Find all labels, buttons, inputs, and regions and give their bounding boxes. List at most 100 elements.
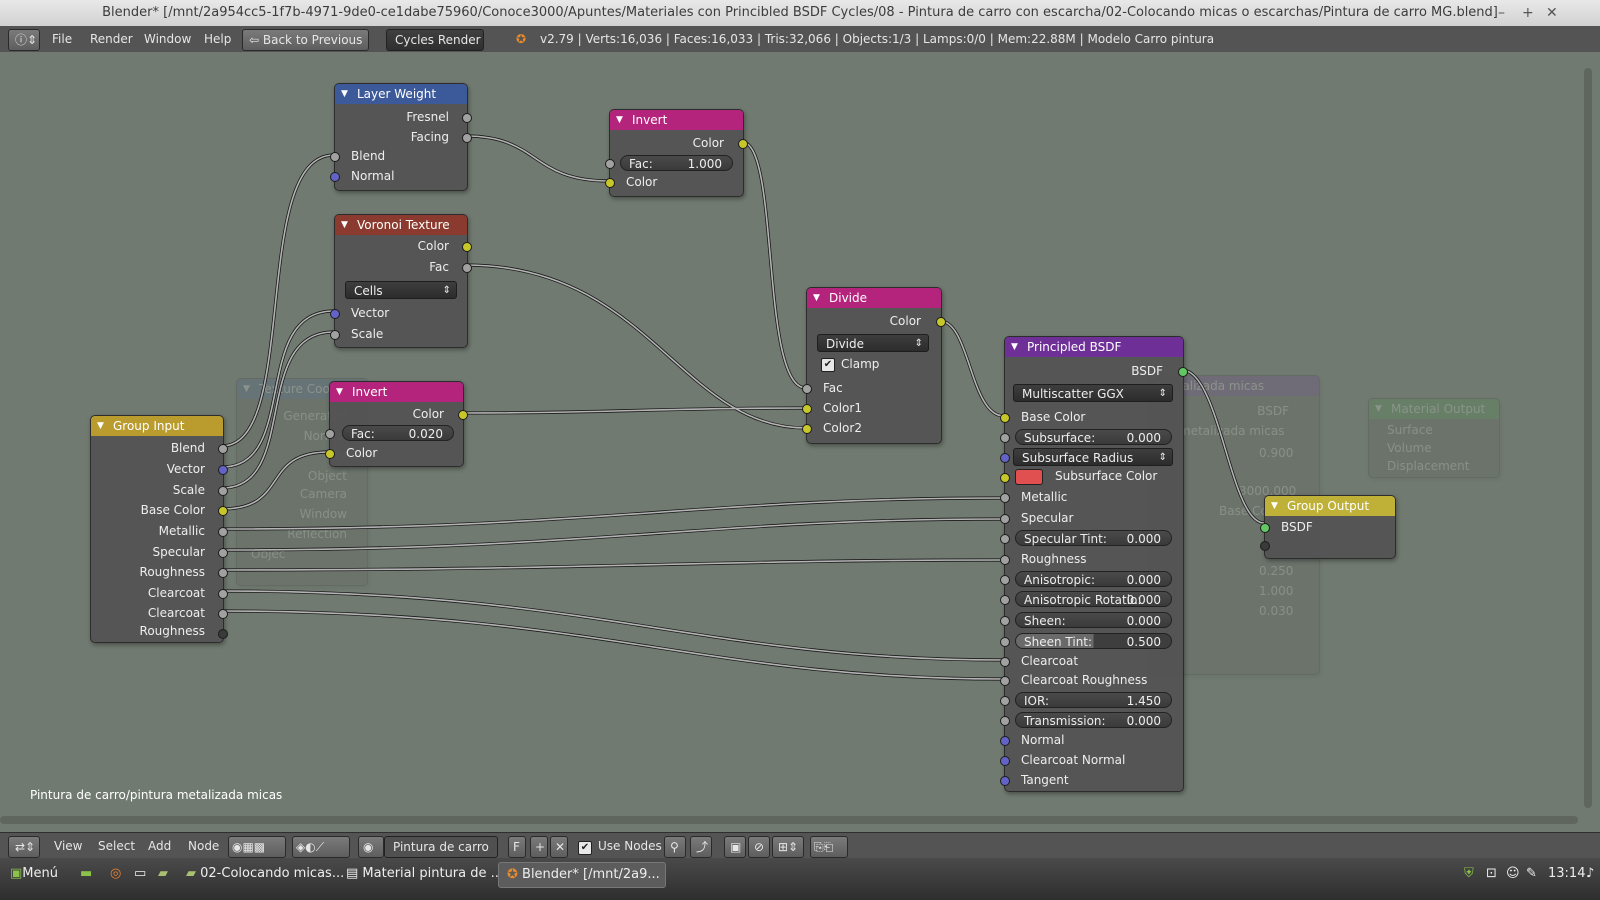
editor-type-info-icon[interactable]: ⓘ⇕ [8,29,40,51]
taskbar-window-folder[interactable]: ▰ 02-Colocando micas... [178,862,344,886]
menu-window[interactable]: Window [144,29,191,49]
bsdf-output-socket[interactable] [1178,367,1188,377]
base-color-socket[interactable] [1000,413,1010,423]
voronoi-fac-output-socket[interactable] [462,263,472,273]
anisotropic-socket[interactable] [1000,575,1010,585]
group-input-scale-socket[interactable] [218,486,228,496]
group-input-specular-socket[interactable] [218,548,228,558]
new-material-icon[interactable]: + [530,836,548,858]
subsurface-radius-socket[interactable] [1000,453,1010,463]
transmission-socket[interactable] [1000,716,1010,726]
copy-paste-nodes-icon[interactable]: ⎘⎗ [810,836,848,858]
sheen-field[interactable]: Sheen: 0.000 [1015,612,1172,628]
metallic-socket[interactable] [1000,493,1010,503]
backdrop-icon[interactable]: ▣ [724,836,746,858]
volume-icon[interactable]: ♪ [1578,862,1600,886]
menu-node[interactable]: Node [188,836,219,856]
material-browse-icon[interactable]: ◉ [358,836,384,858]
editor-type-node-icon[interactable]: ⇄⇕ [8,836,40,858]
start-menu[interactable]: ▣ Menú [2,862,66,886]
menu-render[interactable]: Render [90,29,133,49]
divide-mix-node[interactable]: Divide Color Divide ✔ Clamp Fac Color1 C… [802,287,946,444]
ior-socket[interactable] [1000,696,1010,706]
group-input-clearcoat-roughness-socket[interactable] [218,609,228,619]
specular-socket[interactable] [1000,514,1010,524]
subsurface-socket[interactable] [1000,433,1010,443]
specular-tint-socket[interactable] [1000,534,1010,544]
anisotropic-rotation-field[interactable]: Anisotropic Rotatio: 0.000 [1015,591,1172,607]
voronoi-texture-node[interactable]: Voronoi Texture Color Fac Cells Vector S… [330,214,472,348]
invert-top-fac-socket[interactable] [605,159,615,169]
invert-top-color-input-socket[interactable] [605,178,615,188]
invert-node-top[interactable]: Invert Color Fac: 1.000 Color [605,109,748,197]
snap-mode-icon[interactable]: ⊞⇕ [772,836,804,858]
menu-add[interactable]: Add [148,836,171,856]
taskbar-window-document[interactable]: ▤ Material pintura de ... [338,862,504,886]
menu-file[interactable]: File [52,29,72,49]
layer-weight-node[interactable]: Layer Weight Fresnel Facing Blend Normal [330,83,472,191]
group-input-clearcoat-socket[interactable] [218,589,228,599]
menu-select[interactable]: Select [98,836,135,856]
parent-tree-icon[interactable]: ⤴ [690,836,712,858]
voronoi-color-output-socket[interactable] [462,242,472,252]
group-input-empty-socket[interactable] [218,629,228,639]
vertical-scrollbar[interactable] [1584,68,1592,808]
group-input-base-color-socket[interactable] [218,506,228,516]
clamp-checkbox[interactable]: ✔ [821,358,835,372]
invert-mid-fac-socket[interactable] [325,429,335,439]
subsurface-radius-select[interactable]: Subsurface Radius [1013,448,1173,467]
maximize-button[interactable]: + [1522,0,1534,26]
invert-node-middle[interactable]: Invert Color Fac: 0.020 Color [325,381,468,467]
use-nodes-checkbox[interactable]: ✔ [578,841,592,855]
sheen-socket[interactable] [1000,616,1010,626]
clearcoat-normal-socket[interactable] [1000,756,1010,766]
fake-user-button[interactable]: F [508,836,526,858]
menu-help[interactable]: Help [204,29,231,49]
clearcoat-roughness-socket[interactable] [1000,676,1010,686]
close-button[interactable]: ✕ [1546,0,1558,26]
sheen-tint-field[interactable]: Sheen Tint: 0.500 [1015,633,1172,649]
back-to-previous-button[interactable]: ⇦ Back to Previous [242,29,370,51]
shader-type-buttons[interactable]: ◉▦▩ [228,836,286,858]
horizontal-scrollbar[interactable] [0,816,1578,824]
group-output-node[interactable]: Group Output BSDF [1260,495,1396,559]
voronoi-scale-input-socket[interactable] [330,330,340,340]
normal-socket[interactable] [1000,736,1010,746]
facing-output-socket[interactable] [462,133,472,143]
taskbar-window-blender[interactable]: ✪ Blender* [/mnt/2a9... [498,862,666,888]
pin-icon[interactable]: ⚲ [664,836,686,858]
group-input-blend-socket[interactable] [218,444,228,454]
unlink-material-icon[interactable]: ✕ [550,836,568,858]
group-input-roughness-socket[interactable] [218,568,228,578]
normal-input-socket[interactable] [330,172,340,182]
group-input-metallic-socket[interactable] [218,527,228,537]
specular-tint-field[interactable]: Specular Tint: 0.000 [1015,530,1172,546]
divide-fac-input-socket[interactable] [802,384,812,394]
show-desktop-icon[interactable]: ▬ [72,862,100,886]
invert-mid-color-input-socket[interactable] [325,449,335,459]
shader-object-buttons[interactable]: ◈◐⟋ [292,836,350,858]
subsurface-color-swatch[interactable] [1015,469,1043,485]
voronoi-coloring-select[interactable]: Cells [345,281,457,300]
tangent-socket[interactable] [1000,776,1010,786]
anisotropic-field[interactable]: Anisotropic: 0.000 [1015,571,1172,587]
invert-top-fac-field[interactable]: Fac: 1.000 [620,155,733,171]
menu-view[interactable]: View [54,836,82,856]
blend-mode-select[interactable]: Divide [817,334,929,353]
sheen-tint-socket[interactable] [1000,637,1010,647]
blend-input-socket[interactable] [330,152,340,162]
render-engine-select[interactable]: Cycles Render [386,29,484,51]
divide-color1-input-socket[interactable] [802,404,812,414]
ior-field[interactable]: IOR: 1.450 [1015,692,1172,708]
invert-mid-color-output-socket[interactable] [458,410,468,420]
voronoi-vector-input-socket[interactable] [330,309,340,319]
group-output-bsdf-socket[interactable] [1260,523,1270,533]
fresnel-output-socket[interactable] [462,113,472,123]
anisotropic-rotation-socket[interactable] [1000,595,1010,605]
clearcoat-socket[interactable] [1000,657,1010,667]
group-output-empty-socket[interactable] [1260,541,1270,551]
node-editor-canvas[interactable]: Texture Coordi Generated Normal UV Objec… [0,52,1600,832]
invert-top-color-output-socket[interactable] [738,139,748,149]
subsurface-field[interactable]: Subsurface: 0.000 [1015,429,1172,445]
subsurface-color-socket[interactable] [1000,473,1010,483]
